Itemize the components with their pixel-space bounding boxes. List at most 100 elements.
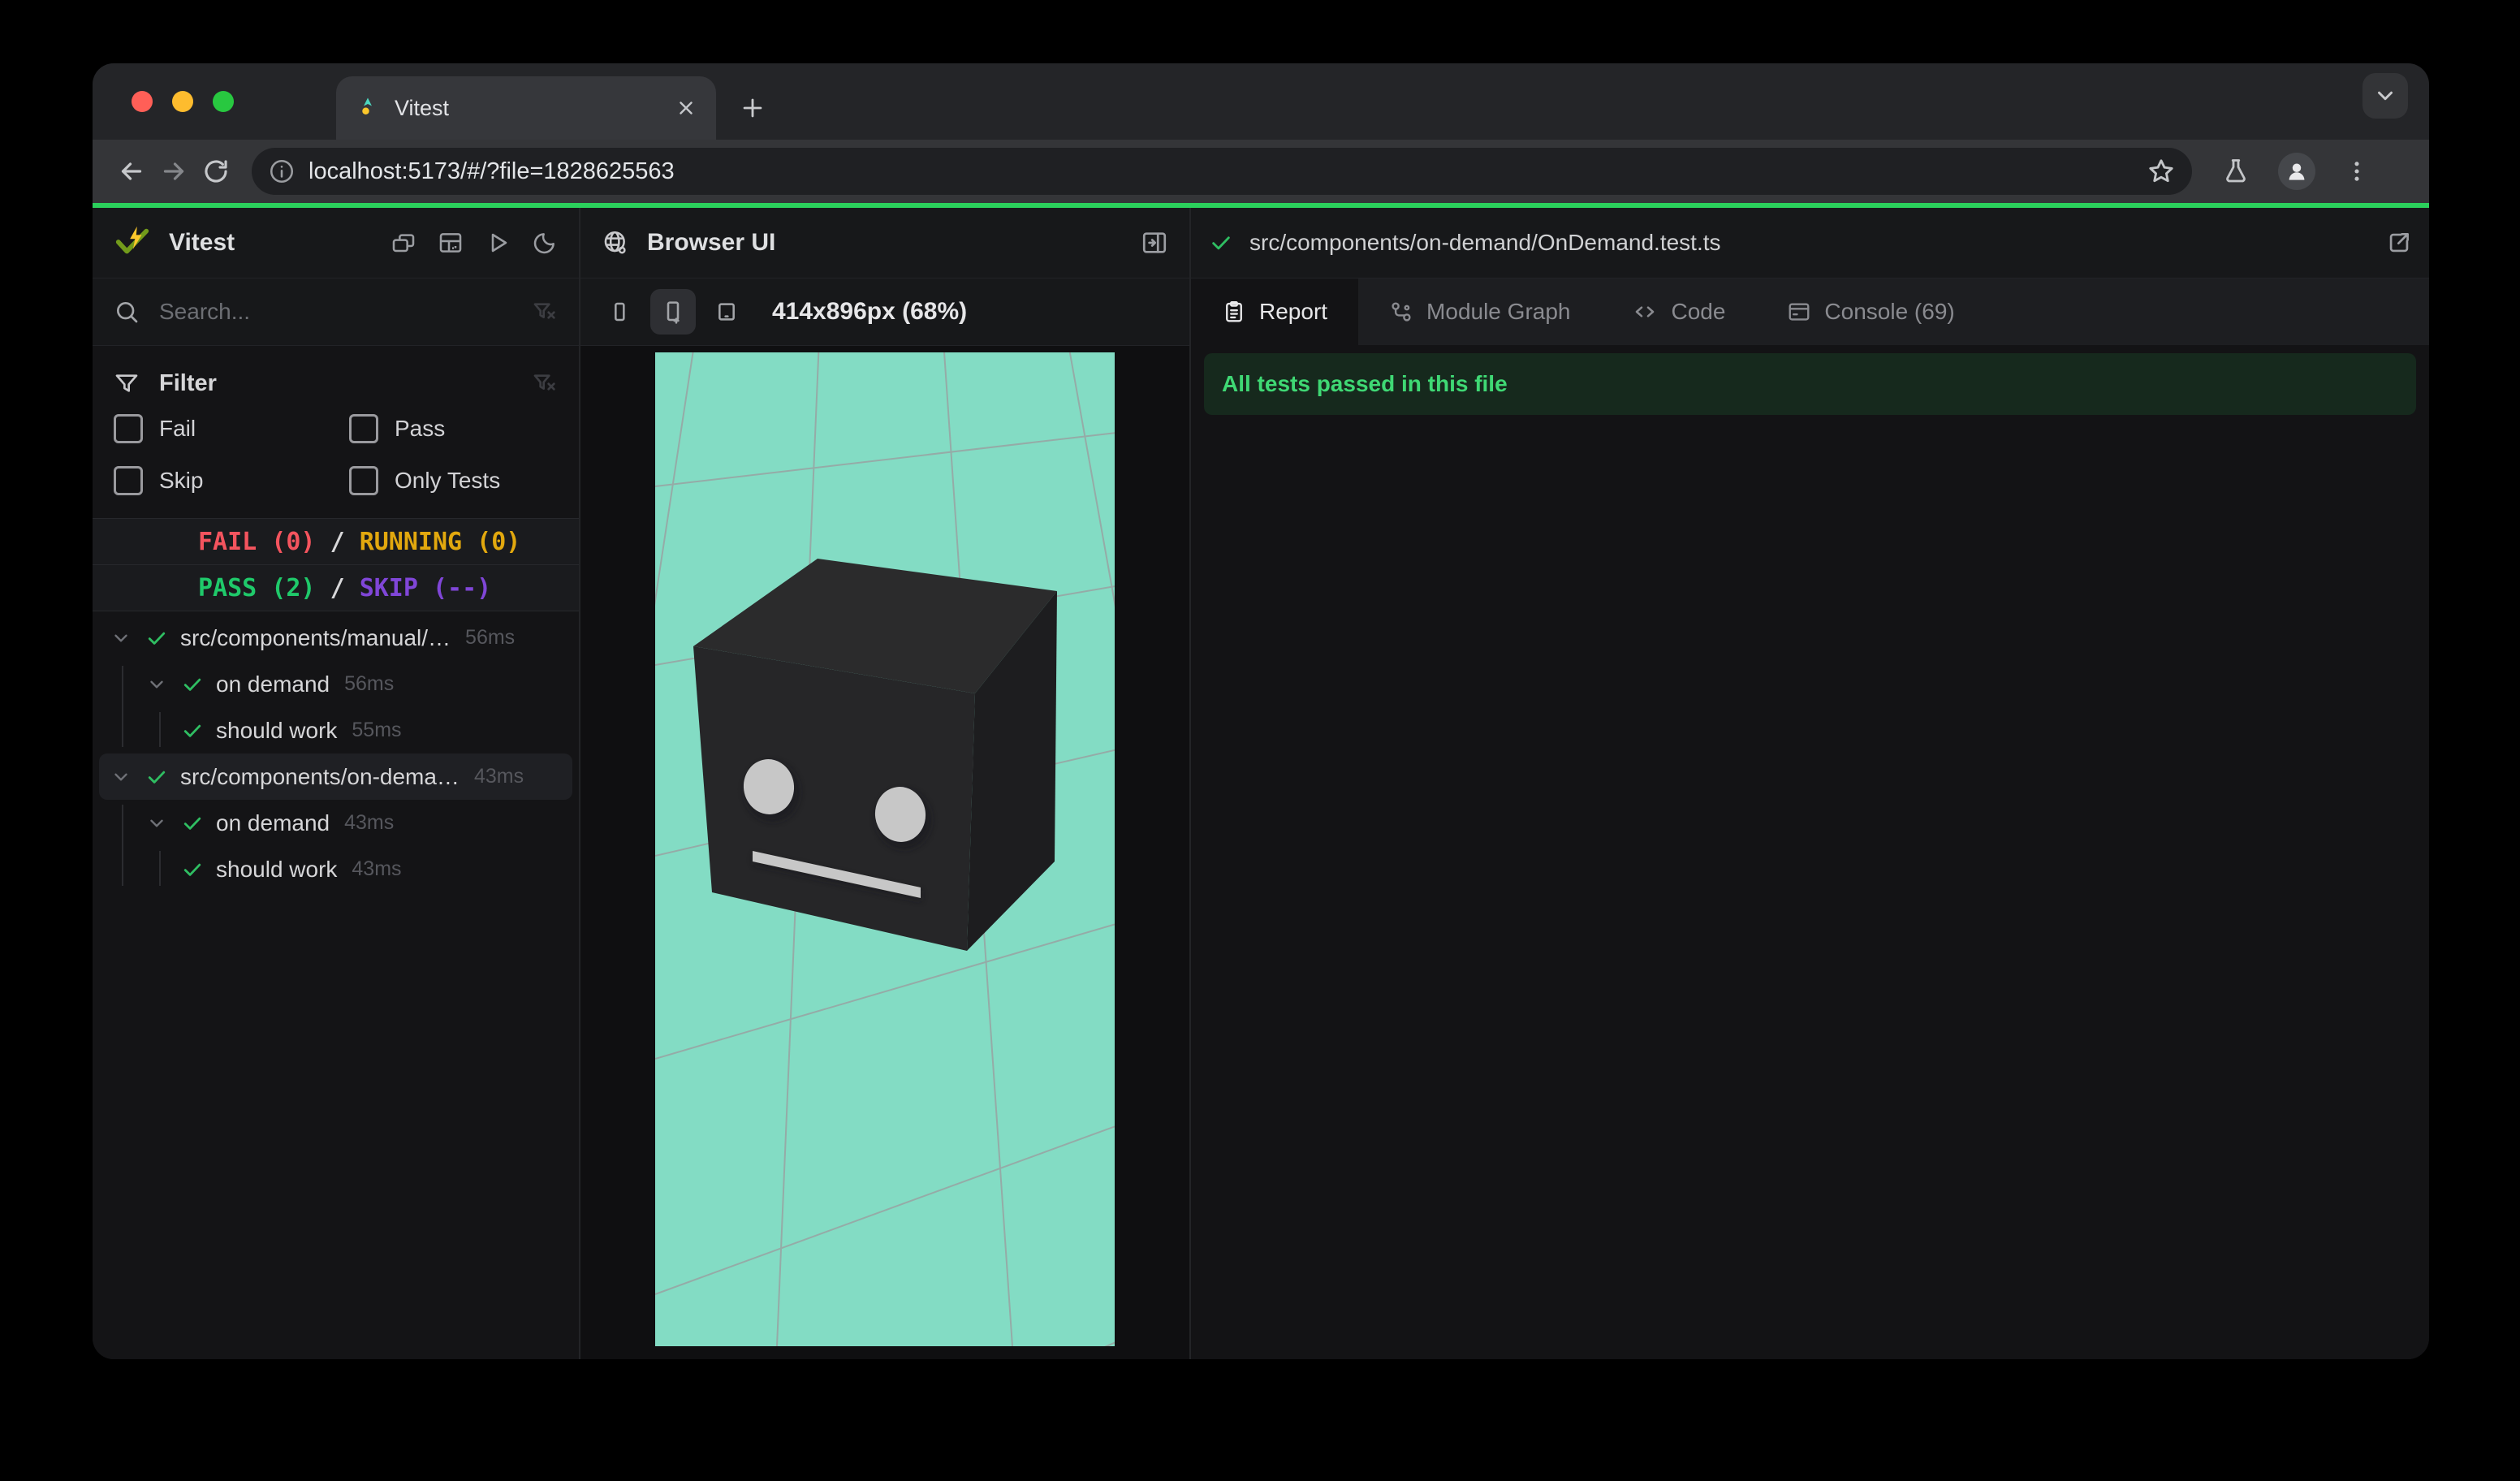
filter-checkbox-skip[interactable]: Skip [114, 466, 349, 495]
duration: 56ms [344, 672, 395, 695]
menu-kebab-icon[interactable] [2343, 158, 2371, 185]
tree-file-row-selected[interactable]: src/components/on-dema… 43ms [99, 753, 572, 800]
toolbar-right-cluster [2221, 153, 2371, 190]
sidebar: Vitest Search... Filter Fail Pass Skip O… [93, 208, 579, 1359]
search-row [93, 278, 579, 345]
checkbox-label: Skip [159, 468, 204, 493]
tree-file-row[interactable]: src/components/manual/… 56ms [93, 615, 579, 661]
vitest-favicon-icon [356, 96, 380, 120]
reload-button[interactable] [195, 150, 237, 192]
clear-search-filter-icon[interactable] [532, 299, 558, 325]
file-pass-check-icon [1207, 231, 1235, 255]
screen: Vitest localhost:5173/#/?file=1828625563… [0, 0, 2520, 1481]
forward-button[interactable] [153, 150, 195, 192]
duration: 43ms [473, 765, 524, 788]
chevron-down-icon[interactable] [143, 674, 170, 695]
new-tab-button[interactable] [732, 88, 773, 128]
preview-content [580, 346, 1189, 1359]
test-iframe-viewport[interactable] [655, 352, 1115, 1346]
checkbox-box[interactable] [114, 466, 143, 495]
search-input[interactable] [158, 298, 532, 326]
report-header: src/components/on-demand/OnDemand.test.t… [1191, 208, 2429, 278]
tree-suite-row[interactable]: on demand 56ms [93, 661, 579, 707]
url-text[interactable]: localhost:5173/#/?file=1828625563 [309, 158, 2147, 185]
bookmark-star-icon[interactable] [2147, 157, 2176, 186]
checkbox-label: Only Tests [395, 468, 501, 493]
vitest-logo-icon [114, 224, 151, 261]
vitest-ui: Vitest Search... Filter Fail Pass Skip O… [93, 208, 2429, 1359]
tab-strip: Vitest [93, 63, 2429, 140]
browser-window: Vitest localhost:5173/#/?file=1828625563… [93, 63, 2429, 1359]
tab-close-icon[interactable] [675, 97, 697, 119]
run-all-tests-icon[interactable] [485, 230, 511, 256]
tab-label: Code [1671, 299, 1726, 324]
panel-open-right-icon[interactable] [1141, 229, 1168, 257]
report-content: All tests passed in this file [1191, 345, 2429, 1359]
tree-test-row[interactable]: should work 43ms [93, 846, 579, 892]
suite-name: on demand [216, 671, 330, 697]
zoom-window-button[interactable] [213, 91, 234, 112]
chevron-down-icon[interactable] [107, 766, 135, 788]
test-name: should work [216, 856, 338, 882]
checkbox-box[interactable] [114, 414, 143, 443]
pass-count: PASS (2) [198, 573, 316, 602]
robot-cube [693, 559, 1057, 951]
filter-options: Fail Pass Skip Only Tests [93, 406, 579, 495]
test-file-name: src/components/manual/… [180, 624, 451, 650]
test-summary: FAIL (0) / RUNNING (0) PASS (2) / SKIP (… [93, 518, 579, 611]
device-tablet-button[interactable] [704, 289, 749, 335]
report-tabs: Report Module Graph Code Console (69) [1191, 278, 2429, 345]
clear-filters-icon[interactable] [532, 370, 558, 396]
filter-checkbox-fail[interactable]: Fail [114, 414, 349, 443]
filter-funnel-icon [114, 370, 140, 396]
device-toolbar: 414x896px (68%) [580, 278, 1189, 345]
collapse-tests-icon[interactable] [391, 230, 416, 256]
tab-label: Module Graph [1426, 299, 1571, 324]
tab-label: Report [1259, 299, 1328, 324]
filter-checkbox-only-tests[interactable]: Only Tests [349, 466, 558, 495]
checkbox-label: Pass [395, 416, 446, 441]
site-info-icon[interactable] [268, 158, 296, 185]
filter-checkbox-pass[interactable]: Pass [349, 414, 558, 443]
tab-title: Vitest [395, 95, 450, 120]
threejs-scene [655, 352, 1115, 1346]
pass-check-icon [143, 766, 170, 788]
running-count: RUNNING (0) [359, 527, 521, 556]
tree-test-row[interactable]: should work 55ms [93, 707, 579, 753]
duration: 43ms [344, 811, 395, 834]
filter-title-row: Filter [93, 361, 579, 406]
chevron-down-icon[interactable] [143, 813, 170, 834]
preview-header: Browser UI [580, 208, 1189, 278]
pass-check-icon [179, 812, 206, 835]
experiments-flask-icon[interactable] [2221, 157, 2250, 186]
tab-search-button[interactable] [2362, 73, 2408, 119]
chevron-down-icon[interactable] [107, 628, 135, 649]
browser-tab[interactable]: Vitest [336, 76, 716, 140]
checkbox-box[interactable] [349, 466, 378, 495]
device-phone-plus-button[interactable] [650, 289, 696, 335]
open-in-editor-icon[interactable] [2385, 229, 2413, 257]
tab-report[interactable]: Report [1191, 278, 1359, 345]
browser-toolbar: localhost:5173/#/?file=1828625563 [93, 140, 2429, 203]
banner-text: All tests passed in this file [1222, 371, 1508, 396]
summary-line-1: FAIL (0) / RUNNING (0) [93, 519, 579, 565]
address-bar[interactable]: localhost:5173/#/?file=1828625563 [252, 148, 2192, 195]
tab-code[interactable]: Code [1601, 278, 1756, 345]
tab-module-graph[interactable]: Module Graph [1358, 278, 1601, 345]
dark-mode-moon-icon[interactable] [532, 230, 558, 256]
filter-section: Filter Fail Pass Skip Only Tests [93, 346, 579, 518]
device-phone-small-button[interactable] [597, 289, 642, 335]
fail-count: FAIL (0) [198, 527, 316, 556]
pass-check-icon [179, 673, 206, 696]
search-icon [114, 299, 140, 325]
duration: 56ms [465, 626, 516, 649]
profile-avatar[interactable] [2278, 153, 2315, 190]
checkbox-box[interactable] [349, 414, 378, 443]
tab-console[interactable]: Console (69) [1756, 278, 1985, 345]
dashboard-icon[interactable] [438, 230, 464, 256]
back-button[interactable] [110, 150, 153, 192]
close-window-button[interactable] [132, 91, 153, 112]
tree-suite-row[interactable]: on demand 43ms [93, 800, 579, 846]
minimize-window-button[interactable] [172, 91, 193, 112]
duration: 55ms [352, 719, 402, 741]
